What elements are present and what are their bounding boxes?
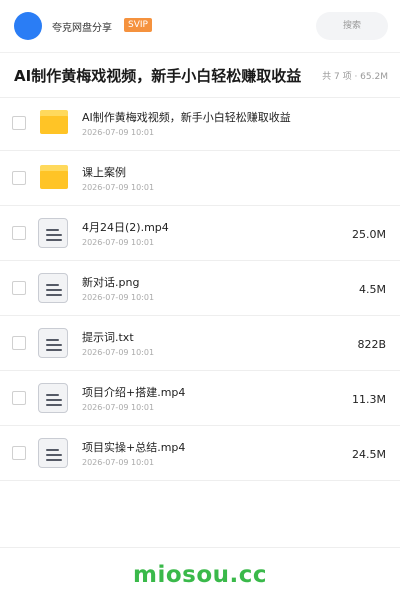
list-item[interactable]: 项目介绍+搭建.mp4 2026-07-09 10:01 11.3M: [0, 371, 400, 426]
select-checkbox[interactable]: [12, 446, 26, 460]
list-item[interactable]: 提示词.txt 2026-07-09 10:01 822B: [0, 316, 400, 371]
document-icon: [38, 273, 70, 305]
file-name: 4月24日(2).mp4: [82, 221, 169, 234]
file-size: 11.3M: [352, 393, 386, 406]
divider: [0, 547, 400, 548]
file-date: 2026-07-09 10:01: [82, 348, 155, 357]
file-name: 提示词.txt: [82, 331, 134, 344]
document-icon: [38, 438, 70, 470]
avatar[interactable]: [14, 12, 42, 40]
select-checkbox[interactable]: [12, 336, 26, 350]
file-name: 项目介绍+搭建.mp4: [82, 386, 186, 399]
page-title: AI制作黄梅戏视频，新手小白轻松赚取收益: [14, 67, 302, 85]
folder-icon: [38, 163, 70, 195]
folder-icon: [38, 108, 70, 140]
select-checkbox[interactable]: [12, 116, 26, 130]
file-name: 新对话.png: [82, 276, 140, 289]
file-name: 项目实操+总结.mp4: [82, 441, 186, 454]
list-item[interactable]: AI制作黄梅戏视频，新手小白轻松赚取收益 2026-07-09 10:01: [0, 96, 400, 151]
list-item[interactable]: 4月24日(2).mp4 2026-07-09 10:01 25.0M: [0, 206, 400, 261]
file-date: 2026-07-09 10:01: [82, 183, 155, 192]
select-checkbox[interactable]: [12, 281, 26, 295]
select-checkbox[interactable]: [12, 391, 26, 405]
top-bar: 夸克网盘分享 SVIP 搜索: [0, 0, 400, 53]
select-checkbox[interactable]: [12, 171, 26, 185]
svip-badge: SVIP: [124, 18, 152, 32]
select-checkbox[interactable]: [12, 226, 26, 240]
file-date: 2026-07-09 10:01: [82, 403, 155, 412]
file-date: 2026-07-09 10:01: [82, 458, 155, 467]
watermark: miosou.cc: [132, 562, 268, 588]
list-item[interactable]: 项目实操+总结.mp4 2026-07-09 10:01 24.5M: [0, 426, 400, 481]
file-date: 2026-07-09 10:01: [82, 293, 155, 302]
document-icon: [38, 328, 70, 360]
file-size: 24.5M: [352, 448, 386, 461]
share-name: 夸克网盘分享: [52, 23, 112, 34]
file-count-summary: 共 7 项 · 65.2M: [322, 72, 388, 82]
file-size: 25.0M: [352, 228, 386, 241]
list-item[interactable]: 新对话.png 2026-07-09 10:01 4.5M: [0, 261, 400, 316]
file-date: 2026-07-09 10:01: [82, 238, 155, 247]
folder-header: AI制作黄梅戏视频，新手小白轻松赚取收益 共 7 项 · 65.2M: [0, 53, 400, 98]
document-icon: [38, 218, 70, 250]
search-button[interactable]: 搜索: [316, 12, 388, 40]
file-list: AI制作黄梅戏视频，新手小白轻松赚取收益 2026-07-09 10:01 课上…: [0, 96, 400, 481]
list-item[interactable]: 课上案例 2026-07-09 10:01: [0, 151, 400, 206]
file-size: 822B: [357, 338, 386, 351]
document-icon: [38, 383, 70, 415]
file-size: 4.5M: [359, 283, 386, 296]
file-name: AI制作黄梅戏视频，新手小白轻松赚取收益: [82, 111, 291, 124]
file-name: 课上案例: [82, 166, 126, 179]
file-date: 2026-07-09 10:01: [82, 128, 155, 137]
